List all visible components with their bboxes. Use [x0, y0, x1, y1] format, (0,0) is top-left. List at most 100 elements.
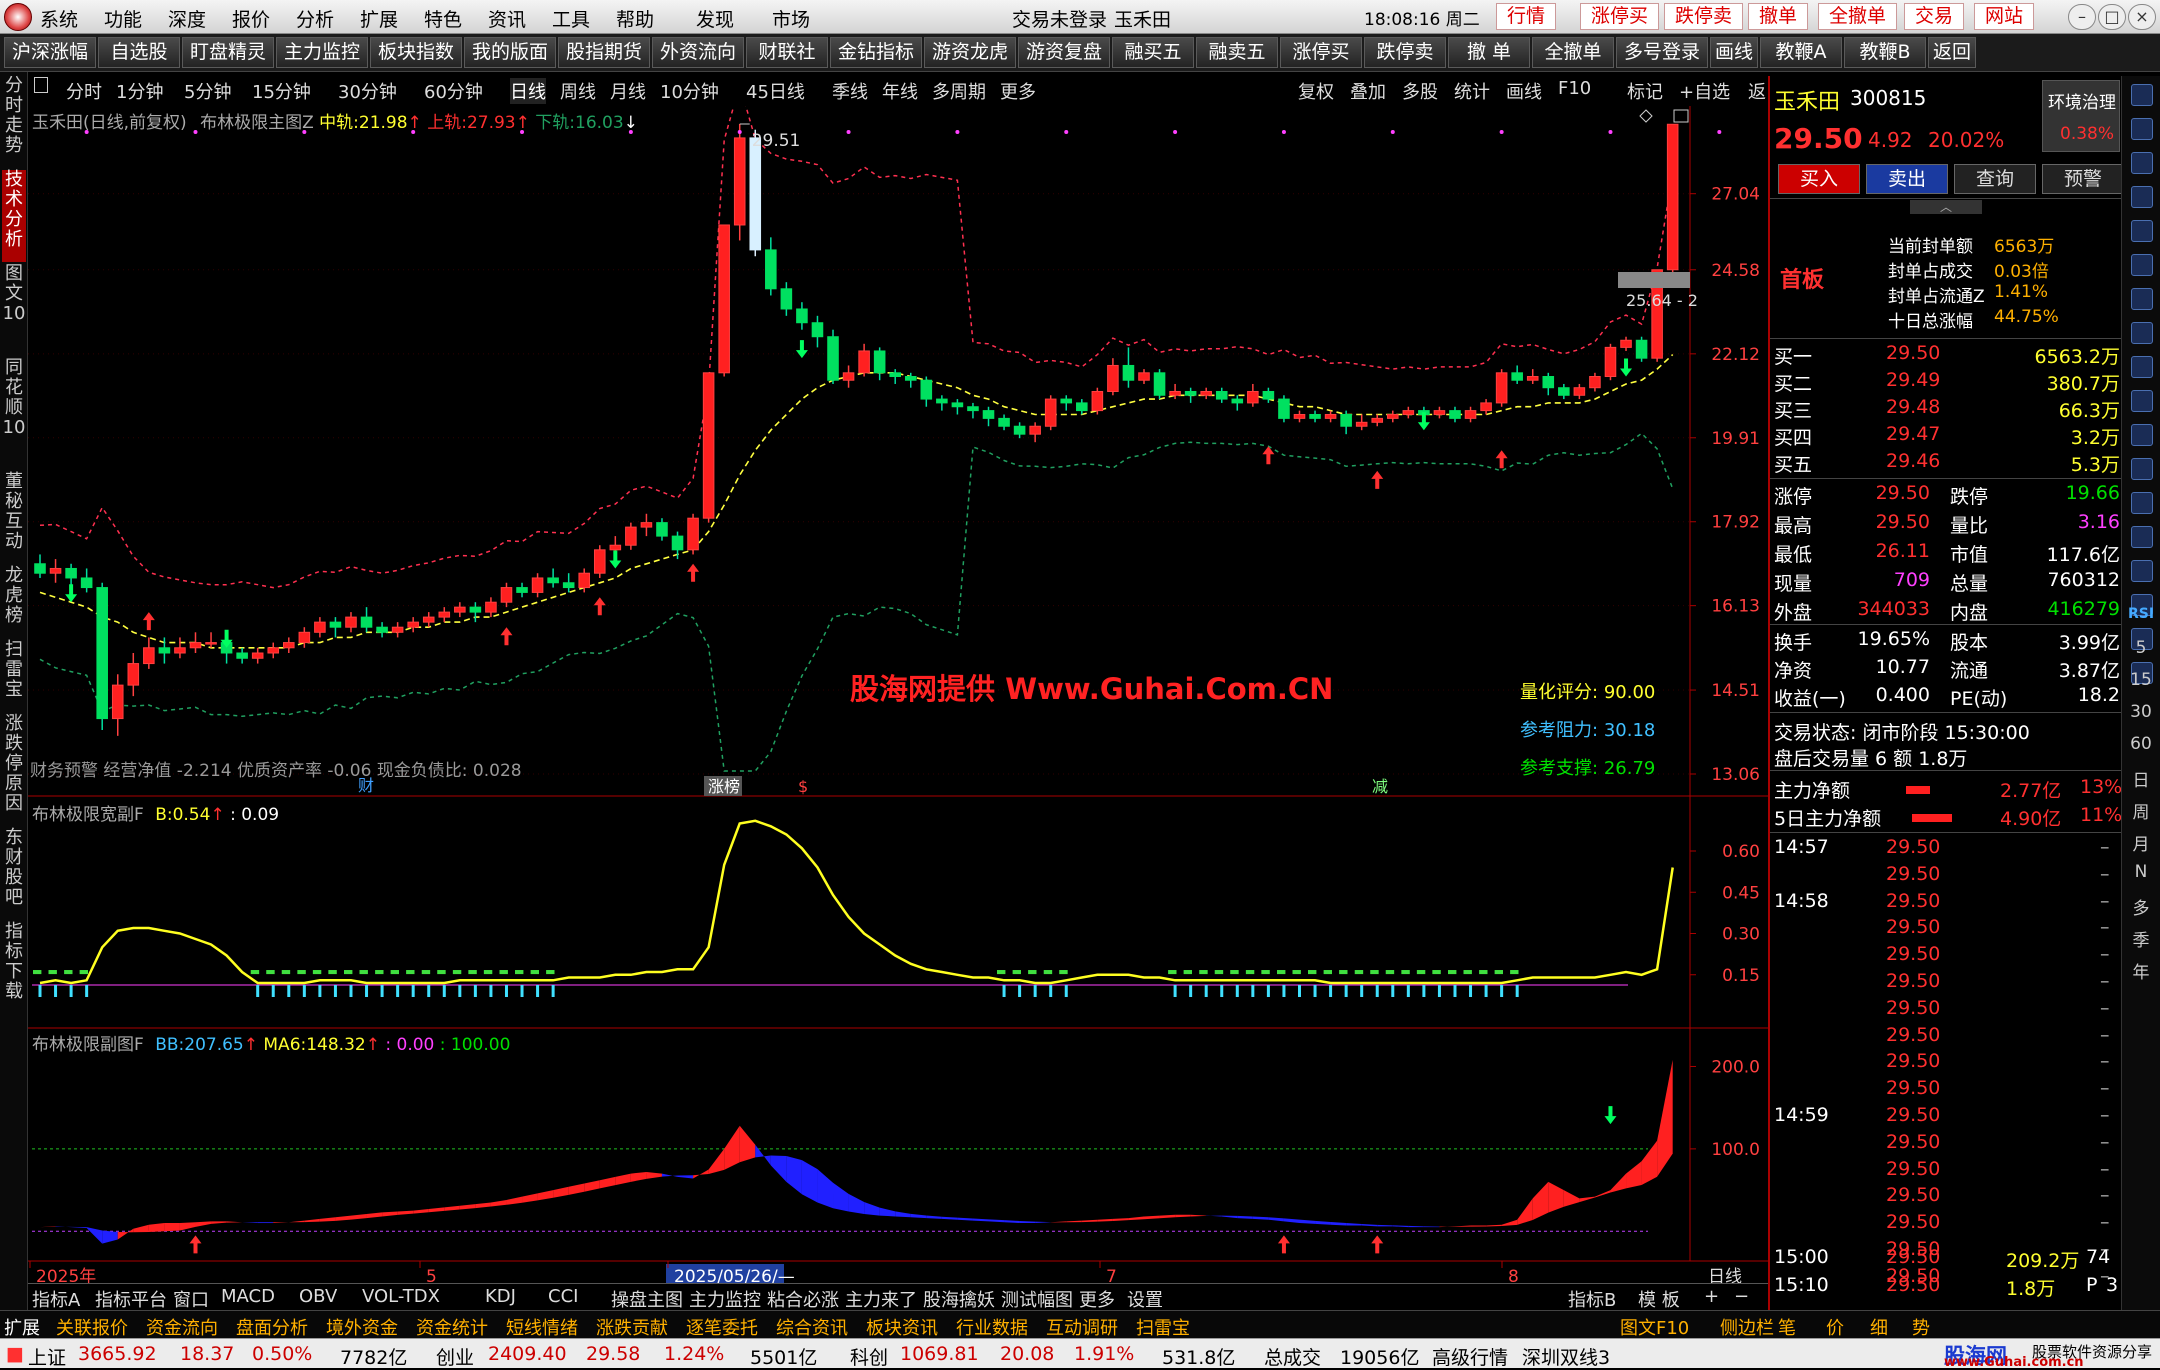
- toolbar-button-20[interactable]: 教鞭A: [1760, 37, 1842, 68]
- tool-icon-14[interactable]: [2131, 560, 2153, 582]
- sub2-name[interactable]: 布林极限宽副F: [32, 805, 144, 825]
- tool-icon-2[interactable]: [2131, 152, 2153, 174]
- left-tab-0[interactable]: 分时走势: [2, 76, 26, 168]
- menu-item-7[interactable]: 资讯: [488, 5, 526, 32]
- tool-icon-9[interactable]: [2131, 390, 2153, 412]
- buy-button[interactable]: 买入: [1778, 164, 1860, 194]
- menu-item-4[interactable]: 分析: [296, 5, 334, 32]
- period-right-0[interactable]: 复权: [1298, 78, 1334, 104]
- rail-label-4[interactable]: 60: [2126, 734, 2156, 754]
- quick-button-6[interactable]: 网站: [1974, 3, 2035, 30]
- period-9[interactable]: 10分钟: [660, 78, 719, 104]
- menu-item-3[interactable]: 报价: [232, 5, 270, 32]
- tool-icon-0[interactable]: [2131, 84, 2153, 106]
- toolbar-button-7[interactable]: 外资流向: [652, 37, 744, 68]
- toolbar-button-3[interactable]: 主力监控: [276, 37, 368, 68]
- period-right-6[interactable]: 标记: [1627, 78, 1663, 104]
- indicator-tab-14[interactable]: 更多: [1079, 1286, 1115, 1312]
- tool-icon-12[interactable]: [2131, 492, 2153, 514]
- rail-label-3[interactable]: 30: [2126, 702, 2156, 722]
- ext-tab-10[interactable]: 板块资讯: [866, 1314, 938, 1340]
- rail-label-11[interactable]: 年: [2126, 958, 2156, 983]
- ext-right-0[interactable]: 图文F10: [1620, 1314, 1689, 1340]
- indicator-tab-0[interactable]: 指标A: [32, 1286, 80, 1312]
- menu-market[interactable]: 市场: [772, 5, 810, 32]
- legend-indicator[interactable]: 布林极限主图Z: [200, 113, 314, 133]
- period-right-2[interactable]: 多股: [1402, 78, 1438, 104]
- period-10[interactable]: 45日线: [746, 78, 805, 104]
- left-tab-6[interactable]: 扫雷宝: [2, 640, 26, 712]
- toolbar-button-19[interactable]: 画线: [1710, 37, 1758, 68]
- period-12[interactable]: 年线: [882, 78, 918, 104]
- menu-item-5[interactable]: 扩展: [360, 5, 398, 32]
- indicator-tab-12[interactable]: 股海擒妖: [923, 1286, 995, 1312]
- maximize-icon[interactable]: □: [2098, 4, 2126, 30]
- indicator-tab-8[interactable]: 操盘主图: [611, 1286, 683, 1312]
- left-tab-8[interactable]: 东财股吧: [2, 828, 26, 920]
- left-tab-2[interactable]: 图文10: [2, 264, 26, 356]
- period-3[interactable]: 15分钟: [252, 78, 311, 104]
- period-right-4[interactable]: 画线: [1506, 78, 1542, 104]
- rail-label-7[interactable]: 月: [2126, 830, 2156, 855]
- tool-icon-13[interactable]: [2131, 526, 2153, 548]
- ext-tab-8[interactable]: 逐笔委托: [686, 1314, 758, 1340]
- ext-right-5[interactable]: 势: [1912, 1314, 1930, 1340]
- ext-right-1[interactable]: 侧边栏: [1720, 1314, 1774, 1340]
- left-tab-3[interactable]: 同花顺10: [2, 358, 26, 470]
- menu-item-1[interactable]: 功能: [104, 5, 142, 32]
- sell-button[interactable]: 卖出: [1866, 164, 1948, 194]
- indicator-tab-3[interactable]: MACD: [221, 1286, 275, 1307]
- left-tab-5[interactable]: 龙虎榜: [2, 566, 26, 638]
- quick-button-3[interactable]: 撤单: [1748, 3, 1809, 30]
- indicator-right-0[interactable]: 指标B: [1568, 1286, 1616, 1312]
- left-tab-7[interactable]: 涨跌停原因: [2, 714, 26, 826]
- rail-label-1[interactable]: 5: [2126, 638, 2156, 658]
- ext-right-4[interactable]: 细: [1870, 1314, 1888, 1340]
- server-line[interactable]: 深圳双线3: [1522, 1343, 1610, 1370]
- ext-right-3[interactable]: 价: [1826, 1314, 1844, 1340]
- toolbar-button-21[interactable]: 教鞭B: [1844, 37, 1926, 68]
- toolbar-button-1[interactable]: 自选股: [98, 37, 180, 68]
- indicator-tab-13[interactable]: 测试幅图: [1001, 1286, 1073, 1312]
- period-4[interactable]: 30分钟: [338, 78, 397, 104]
- menu-item-0[interactable]: 系统: [40, 5, 78, 32]
- period-right-5[interactable]: F10: [1558, 78, 1591, 99]
- period-2[interactable]: 5分钟: [184, 78, 231, 104]
- indicator-right-1[interactable]: 模 板: [1638, 1286, 1680, 1312]
- rail-label-2[interactable]: 15: [2126, 670, 2156, 690]
- ext-tab-0[interactable]: 扩展: [4, 1314, 40, 1340]
- alert-button[interactable]: 预警: [2042, 164, 2124, 194]
- rail-label-9[interactable]: 多: [2126, 894, 2156, 919]
- indicator-tab-5[interactable]: VOL-TDX: [362, 1286, 440, 1307]
- period-6[interactable]: 日线: [510, 78, 546, 104]
- close-icon[interactable]: ×: [2128, 4, 2156, 30]
- tool-icon-1[interactable]: [2131, 118, 2153, 140]
- indicator-tab-7[interactable]: CCI: [548, 1286, 578, 1307]
- ext-tab-7[interactable]: 涨跌贡献: [596, 1314, 668, 1340]
- indicator-tab-11[interactable]: 主力来了: [845, 1286, 917, 1312]
- menu-discover[interactable]: 发现: [696, 5, 734, 32]
- menu-item-2[interactable]: 深度: [168, 5, 206, 32]
- quick-button-2[interactable]: 跌停卖: [1664, 3, 1744, 30]
- ext-tab-13[interactable]: 扫雷宝: [1136, 1314, 1190, 1340]
- toolbar-button-14[interactable]: 涨停买: [1280, 37, 1362, 68]
- advanced-quote[interactable]: 高级行情: [1432, 1343, 1508, 1370]
- ext-tab-3[interactable]: 盘面分析: [236, 1314, 308, 1340]
- quick-button-1[interactable]: 涨停买: [1580, 3, 1660, 30]
- menu-item-9[interactable]: 帮助: [616, 5, 654, 32]
- toolbar-button-13[interactable]: 融卖五: [1196, 37, 1278, 68]
- toolbar-button-8[interactable]: 财联社: [746, 37, 828, 68]
- ext-tab-6[interactable]: 短线情绪: [506, 1314, 578, 1340]
- menu-item-6[interactable]: 特色: [424, 5, 462, 32]
- ext-tab-2[interactable]: 资金流向: [146, 1314, 218, 1340]
- indicator-right-3[interactable]: −: [1734, 1286, 1749, 1307]
- period-right-3[interactable]: 统计: [1454, 78, 1490, 104]
- period-right-7[interactable]: +自选: [1679, 78, 1730, 104]
- toolbar-button-12[interactable]: 融买五: [1112, 37, 1194, 68]
- rail-label-5[interactable]: 日: [2126, 766, 2156, 791]
- toolbar-button-11[interactable]: 游资复盘: [1018, 37, 1110, 68]
- indicator-tab-9[interactable]: 主力监控: [689, 1286, 761, 1312]
- left-tab-1[interactable]: 技术分析: [2, 170, 26, 262]
- ext-right-2[interactable]: 笔: [1778, 1314, 1796, 1340]
- period-8[interactable]: 月线: [610, 78, 646, 104]
